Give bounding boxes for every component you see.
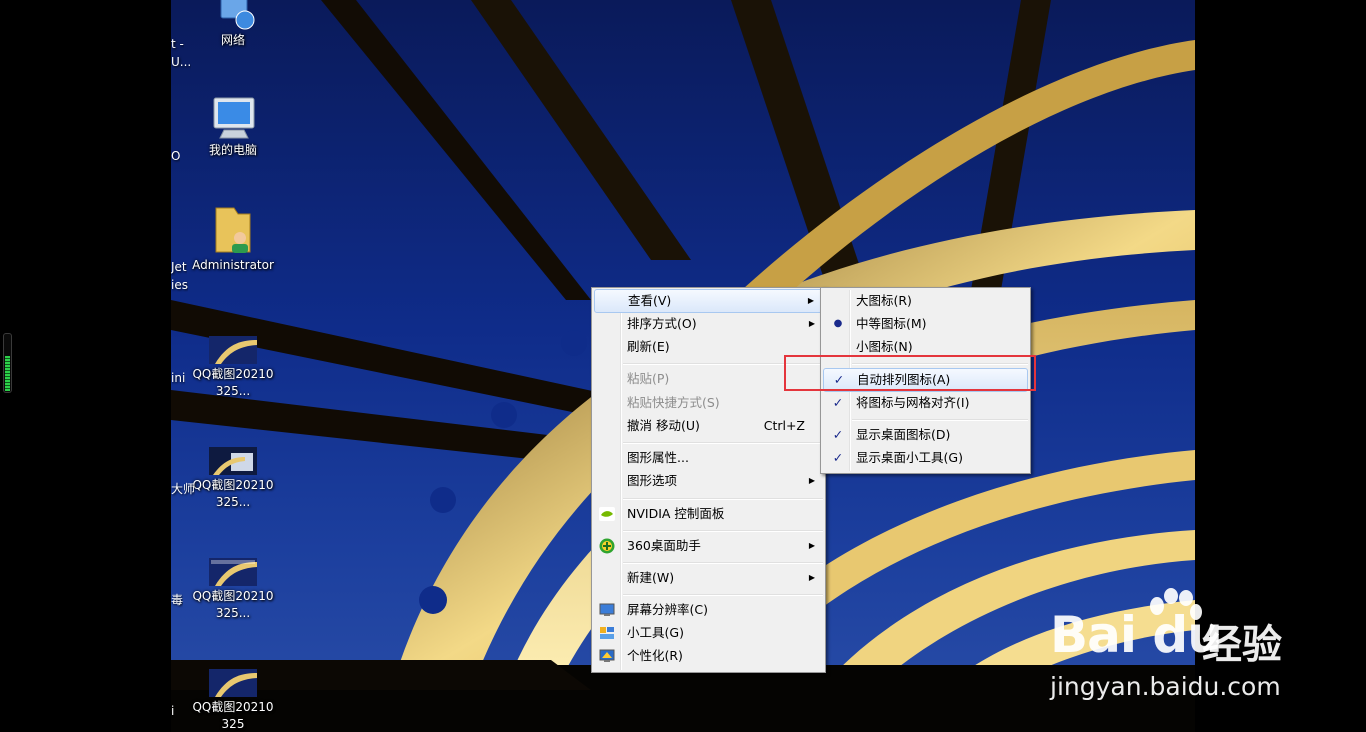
personalize-icon: [599, 649, 615, 662]
submenu-item-align-to-grid[interactable]: ✓ 将图标与网格对齐(I): [823, 392, 1028, 414]
menu-item-sort[interactable]: 排序方式(O) ▶: [594, 313, 823, 335]
shortcut-label: Ctrl+Z: [763, 418, 805, 433]
image-thumbnail-icon: [209, 669, 257, 697]
desktop-icon-qq-screenshot-4[interactable]: QQ截图20210325: [190, 669, 276, 732]
menu-separator: [623, 562, 823, 564]
monitor-icon: [599, 603, 615, 616]
desktop-icon-qq-screenshot-3[interactable]: QQ截图20210325...: [190, 558, 276, 622]
submenu-item-show-desktop-gadgets[interactable]: ✓ 显示桌面小工具(G): [823, 447, 1028, 469]
partial-icon-label: ini: [171, 371, 186, 385]
image-thumbnail-icon: [209, 336, 257, 364]
nvidia-icon: [599, 507, 615, 521]
partial-icon-label: ies: [171, 278, 188, 292]
menu-item-graphics-options[interactable]: 图形选项 ▶: [594, 470, 823, 492]
desktop-icon-administrator[interactable]: Administrator: [190, 204, 276, 274]
radio-dot-icon: ●: [833, 318, 843, 329]
watermark-brand: Bai du: [1050, 606, 1223, 664]
partial-icon-label: U...: [171, 55, 192, 69]
menu-item-nvidia-control-panel[interactable]: NVIDIA 控制面板: [594, 503, 823, 525]
menu-item-gadgets[interactable]: 小工具(G): [594, 622, 823, 644]
watermark-url: jingyan.baidu.com: [1050, 672, 1281, 701]
check-icon: ✓: [832, 427, 844, 442]
submenu-arrow-icon: ▶: [808, 319, 815, 328]
menu-separator: [623, 498, 823, 500]
menu-item-new[interactable]: 新建(W) ▶: [594, 567, 823, 589]
menu-separator: [623, 594, 823, 596]
image-thumbnail-icon: [209, 447, 257, 475]
menu-item-undo-move[interactable]: 撤消 移动(U) Ctrl+Z: [594, 415, 823, 437]
desktop-context-menu: 查看(V) ▶ 排序方式(O) ▶ 刷新(E) 粘贴(P) 粘贴快捷方式(S) …: [591, 287, 826, 673]
menu-item-paste-shortcut: 粘贴快捷方式(S): [627, 395, 720, 410]
annotation-highlight-box: [784, 355, 1036, 391]
menu-separator: [623, 442, 823, 444]
menu-item-personalize[interactable]: 个性化(R): [594, 645, 823, 667]
submenu-arrow-icon: ▶: [808, 573, 815, 582]
partial-icon-label: Jet: [171, 260, 187, 274]
desktop-icon-qq-screenshot-1[interactable]: QQ截图20210325...: [190, 336, 276, 400]
submenu-arrow-icon: ▶: [808, 476, 815, 485]
desktop-icon-my-computer[interactable]: 我的电脑: [190, 96, 276, 159]
partial-icon-label: t -: [171, 37, 184, 51]
left-black-border: [0, 0, 171, 732]
partial-icon-label: i: [171, 704, 175, 718]
menu-item-graphics-properties[interactable]: 图形属性...: [594, 447, 823, 469]
submenu-item-large-icons[interactable]: 大图标(R): [823, 290, 1028, 312]
image-thumbnail-icon: [209, 558, 257, 586]
submenu-arrow-icon: ▶: [808, 541, 815, 550]
baidu-jingyan-watermark: Bai du 经验 jingyan.baidu.com: [1050, 588, 1350, 708]
gadgets-icon: [600, 627, 614, 639]
desktop-icon-network[interactable]: 网络: [190, 0, 276, 49]
computer-icon: [213, 97, 255, 139]
check-icon: ✓: [832, 450, 844, 465]
network-icon: [220, 0, 255, 30]
submenu-arrow-icon: ▶: [807, 296, 814, 305]
watermark-product: 经验: [1202, 622, 1282, 668]
menu-item-360-desktop[interactable]: 360桌面助手 ▶: [594, 535, 823, 557]
menu-item-screen-resolution[interactable]: 屏幕分辨率(C): [594, 599, 823, 621]
check-icon: ✓: [832, 395, 844, 410]
partial-icon-label: 大师: [171, 482, 196, 496]
partial-icon-label: 毒: [171, 593, 184, 607]
user-folder-icon: [215, 207, 251, 253]
desktop-icon-qq-screenshot-2[interactable]: QQ截图20210325...: [190, 447, 276, 511]
side-level-gauge: [3, 333, 12, 393]
partial-icon-label: O: [171, 149, 181, 163]
menu-separator: [852, 419, 1028, 421]
submenu-item-show-desktop-icons[interactable]: ✓ 显示桌面图标(D): [823, 424, 1028, 446]
360-assistant-icon: [599, 538, 615, 554]
menu-item-view[interactable]: 查看(V) ▶: [594, 289, 823, 313]
menu-separator: [623, 530, 823, 532]
submenu-item-medium-icons[interactable]: ● 中等图标(M): [823, 313, 1028, 335]
